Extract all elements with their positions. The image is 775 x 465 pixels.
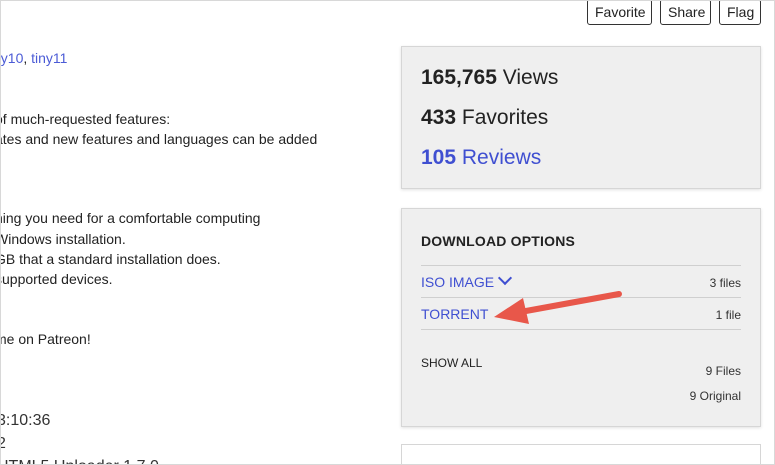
download-options-card: DOWNLOAD OPTIONS ISO IMAGE 3 files TORRE… [401,208,761,427]
divider [421,329,741,330]
iso-file-count: 3 files [709,276,741,290]
tag-link-ny10[interactable]: ny10 [1,50,23,66]
original-total: 9 Original [689,389,741,403]
description-line: GB that a standard installation does. [0,251,221,267]
files-total: 9 Files [705,364,741,378]
reviews-label: Reviews [461,146,542,169]
views-count: 165,765 [421,66,497,89]
meta-line-time: 3:10:36 [0,412,51,429]
reviews-count: 105 [421,146,457,169]
iso-image-link[interactable]: ISO IMAGE [421,270,513,290]
description-line: ates and new features and languages can … [0,131,318,147]
torrent-link[interactable]: TORRENT [421,306,488,322]
description-line: Windows installation. [0,231,126,247]
chevron-down-icon[interactable] [498,270,513,286]
description-line: of much-requested features: [0,111,171,127]
favorites-stat: 433 Favorites [421,105,548,131]
description-line: me on Patreon! [0,331,91,347]
flag-button[interactable]: Flag [719,1,761,25]
iso-image-label: ISO IMAGE [421,274,495,290]
description-line: hing you need for a comfortable computin… [0,210,261,226]
meta-line-uploader: HTML5 Uploader 1.7.0 [1,457,159,464]
download-option-iso: ISO IMAGE 3 files [421,265,741,297]
favorites-label: Favorites [461,106,549,129]
show-all-link[interactable]: SHOW ALL [421,356,482,370]
page: Favorite Share Flag ny10, tiny11 of much… [0,0,775,465]
reviews-link[interactable]: 105 Reviews [421,145,541,171]
tag-link-tiny11[interactable]: tiny11 [31,50,67,66]
torrent-file-count: 1 file [715,308,741,322]
tags-line: ny10, tiny11 [1,48,67,68]
download-options-title: DOWNLOAD OPTIONS [421,233,576,249]
description-column: ny10, tiny11 of much-requested features:… [0,1,381,464]
views-label: Views [502,66,559,89]
favorites-count: 433 [421,106,457,129]
tag-separator: , [23,50,32,66]
stats-card: 165,765 Views 433 Favorites 105 Reviews [401,46,761,189]
share-button[interactable]: Share [660,1,711,25]
description-line: supported devices. [0,271,113,287]
views-stat: 165,765 Views [421,65,558,91]
next-card [401,444,761,464]
download-option-torrent: TORRENT 1 file [421,297,741,329]
favorite-button[interactable]: Favorite [587,1,652,25]
meta-line-number: 2 [1,434,6,454]
